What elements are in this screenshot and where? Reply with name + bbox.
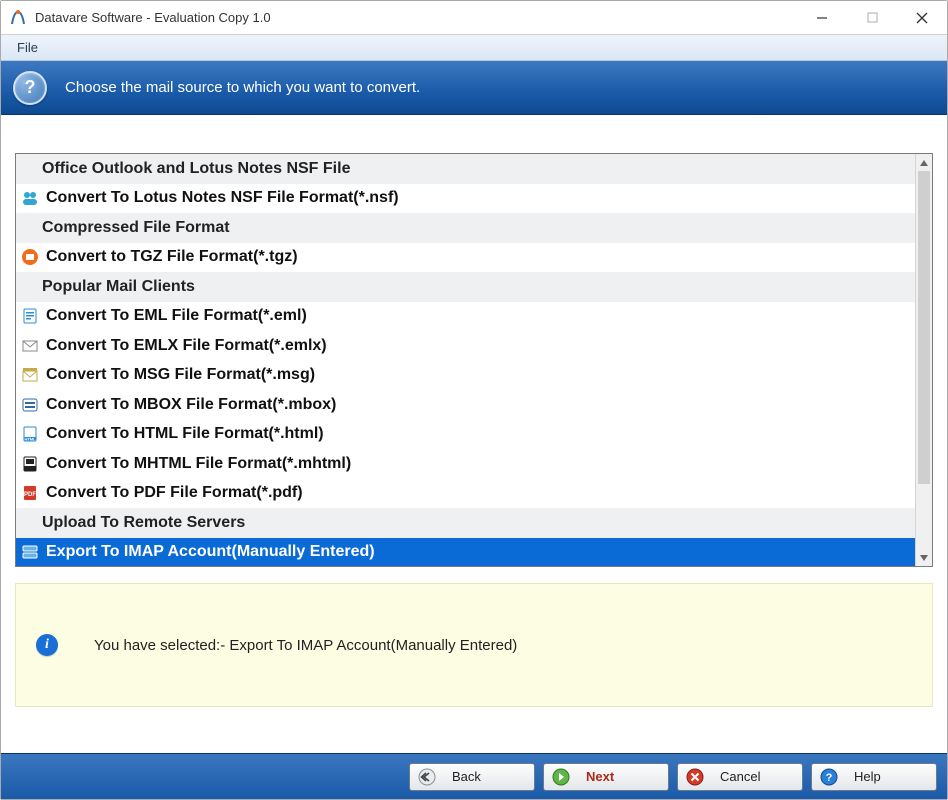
info-selection: Export To IMAP Account(Manually Entered) (229, 637, 517, 654)
cancel-button[interactable]: Cancel (677, 763, 803, 791)
list-item-label: Convert to TGZ File Format(*.tgz) (46, 248, 298, 266)
list-group-header: Popular Mail Clients (16, 272, 915, 302)
list-item[interactable]: Convert To MHTML File Format(*.mhtml) (16, 449, 915, 479)
list-item[interactable]: Convert To Lotus Notes NSF File Format(*… (16, 184, 915, 214)
list-item[interactable]: Convert To EML File Format(*.eml) (16, 302, 915, 332)
group-header-label: Popular Mail Clients (42, 278, 195, 296)
list-item-label: Convert To MBOX File Format(*.mbox) (46, 396, 336, 414)
info-prefix: You have selected:- (94, 637, 229, 654)
help-label: Help (854, 769, 928, 784)
group-header-label: Upload To Remote Servers (42, 514, 245, 532)
next-arrow-icon (552, 768, 570, 786)
svg-text:PDF: PDF (24, 492, 36, 498)
window-title: Datavare Software - Evaluation Copy 1.0 (35, 10, 271, 25)
list-item[interactable]: HTML Convert To HTML File Format(*.html) (16, 420, 915, 450)
list-group-header: Office Outlook and Lotus Notes NSF File (16, 154, 915, 184)
list-item-label: Convert To PDF File Format(*.pdf) (46, 484, 303, 502)
banner-text: Choose the mail source to which you want… (65, 79, 420, 96)
group-header-label: Compressed File Format (42, 219, 230, 237)
content-area: Office Outlook and Lotus Notes NSF File C… (1, 115, 947, 753)
window-controls (797, 1, 947, 34)
next-label: Next (586, 769, 660, 784)
scroll-up-arrow[interactable] (916, 154, 932, 171)
html-icon: HTML (20, 424, 40, 444)
envelope-icon (20, 336, 40, 356)
archive-icon (20, 247, 40, 267)
people-icon (20, 188, 40, 208)
back-arrow-icon (418, 768, 436, 786)
group-header-label: Office Outlook and Lotus Notes NSF File (42, 160, 350, 178)
cancel-label: Cancel (720, 769, 794, 784)
minimize-button[interactable] (797, 1, 847, 34)
list-group-header: Compressed File Format (16, 213, 915, 243)
list-item[interactable]: Export To IMAP Account(Manually Entered) (16, 538, 915, 567)
next-button[interactable]: Next (543, 763, 669, 791)
app-window: Datavare Software - Evaluation Copy 1.0 … (0, 0, 948, 800)
list-item-label: Convert To Lotus Notes NSF File Format(*… (46, 189, 399, 207)
list-item[interactable]: Convert To MSG File Format(*.msg) (16, 361, 915, 391)
titlebar: Datavare Software - Evaluation Copy 1.0 (1, 1, 947, 35)
list-item[interactable]: Convert To EMLX File Format(*.emlx) (16, 331, 915, 361)
list-item-label: Convert To HTML File Format(*.html) (46, 425, 324, 443)
close-button[interactable] (897, 1, 947, 34)
format-listbox[interactable]: Office Outlook and Lotus Notes NSF File C… (15, 153, 933, 567)
selection-info-panel: i You have selected:- Export To IMAP Acc… (15, 583, 933, 707)
scrollbar-thumb[interactable] (918, 171, 930, 484)
server-icon (20, 542, 40, 562)
instruction-banner: ? Choose the mail source to which you wa… (1, 61, 947, 115)
back-label: Back (452, 769, 526, 784)
app-icon (9, 9, 27, 27)
list-inner: Office Outlook and Lotus Notes NSF File C… (16, 154, 915, 566)
mhtml-icon (20, 454, 40, 474)
info-icon: i (36, 634, 58, 656)
msg-icon (20, 365, 40, 385)
list-item-label: Convert To MHTML File Format(*.mhtml) (46, 455, 351, 473)
mbox-icon (20, 395, 40, 415)
wizard-footer: Back Next Cancel ? Help (1, 753, 947, 799)
list-item[interactable]: PDF Convert To PDF File Format(*.pdf) (16, 479, 915, 509)
pdf-icon: PDF (20, 483, 40, 503)
vertical-scrollbar[interactable] (915, 154, 932, 566)
list-item[interactable]: Convert to TGZ File Format(*.tgz) (16, 243, 915, 273)
cancel-icon (686, 768, 704, 786)
selection-info-text: You have selected:- Export To IMAP Accou… (94, 637, 517, 654)
list-item[interactable]: Convert To MBOX File Format(*.mbox) (16, 390, 915, 420)
list-item-label: Convert To MSG File Format(*.msg) (46, 366, 315, 384)
file-icon (20, 306, 40, 326)
help-button[interactable]: ? Help (811, 763, 937, 791)
back-button[interactable]: Back (409, 763, 535, 791)
menu-file[interactable]: File (9, 37, 46, 58)
list-item-label: Convert To EML File Format(*.eml) (46, 307, 307, 325)
help-icon: ? (13, 71, 47, 105)
menubar: File (1, 35, 947, 61)
svg-text:?: ? (826, 772, 833, 784)
maximize-button[interactable] (847, 1, 897, 34)
scroll-down-arrow[interactable] (916, 549, 932, 566)
svg-text:HTML: HTML (24, 437, 36, 442)
list-item-label: Convert To EMLX File Format(*.emlx) (46, 337, 327, 355)
list-item-label: Export To IMAP Account(Manually Entered) (46, 543, 375, 561)
help-button-icon: ? (820, 768, 838, 786)
list-group-header: Upload To Remote Servers (16, 508, 915, 538)
